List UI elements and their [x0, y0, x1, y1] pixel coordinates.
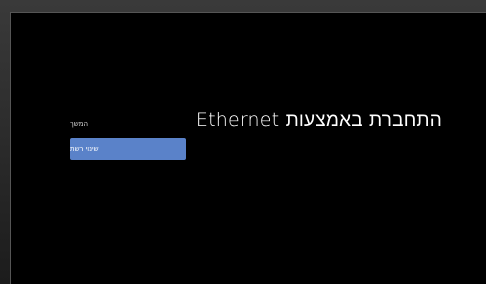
continue-option[interactable]: המשך — [70, 117, 186, 131]
change-network-option[interactable]: שינוי רשת — [70, 138, 186, 160]
page-title: התחברת באמצעות Ethernet — [195, 109, 442, 131]
tv-screen: התחברת באמצעות Ethernet המשך שינוי רשת — [10, 12, 486, 284]
tv-frame: התחברת באמצעות Ethernet המשך שינוי רשת — [0, 0, 486, 284]
